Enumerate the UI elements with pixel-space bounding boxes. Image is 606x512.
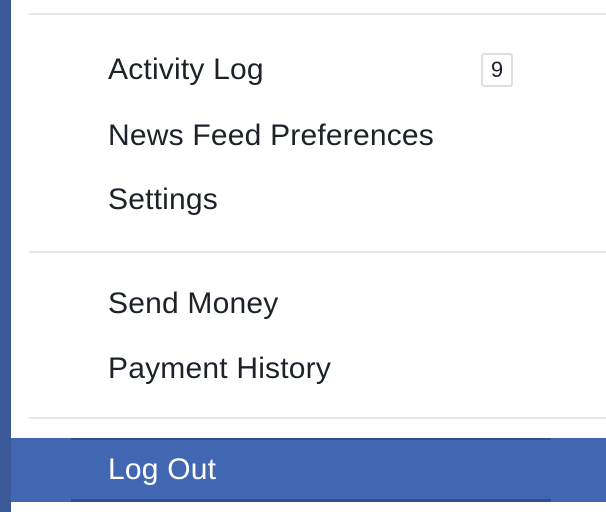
menu-item-send-money[interactable]: Send Money <box>11 276 606 332</box>
activity-log-count-badge: 9 <box>481 53 513 87</box>
menu-item-news-feed-preferences[interactable]: News Feed Preferences <box>11 108 606 164</box>
menu-divider-top <box>29 13 606 15</box>
menu-divider <box>29 251 606 253</box>
menu-item-label: Payment History <box>108 352 332 385</box>
menu-item-payment-history[interactable]: Payment History <box>11 341 606 397</box>
menu-item-settings[interactable]: Settings <box>11 172 606 228</box>
menu-item-label: Activity Log <box>108 53 264 86</box>
menu-item-label: News Feed Preferences <box>108 119 435 152</box>
menu-item-label: Send Money <box>108 287 279 320</box>
menu-item-activity-log[interactable]: Activity Log 9 <box>11 42 606 98</box>
highlight-border-top <box>71 438 551 440</box>
menu-item-label: Log Out <box>108 453 217 486</box>
account-dropdown-menu: Activity Log 9 News Feed Preferences Set… <box>11 0 606 512</box>
highlight-border-bottom <box>71 499 551 502</box>
menu-divider <box>29 417 606 419</box>
menu-item-log-out[interactable]: Log Out <box>11 438 606 502</box>
menu-item-label: Settings <box>108 183 218 216</box>
